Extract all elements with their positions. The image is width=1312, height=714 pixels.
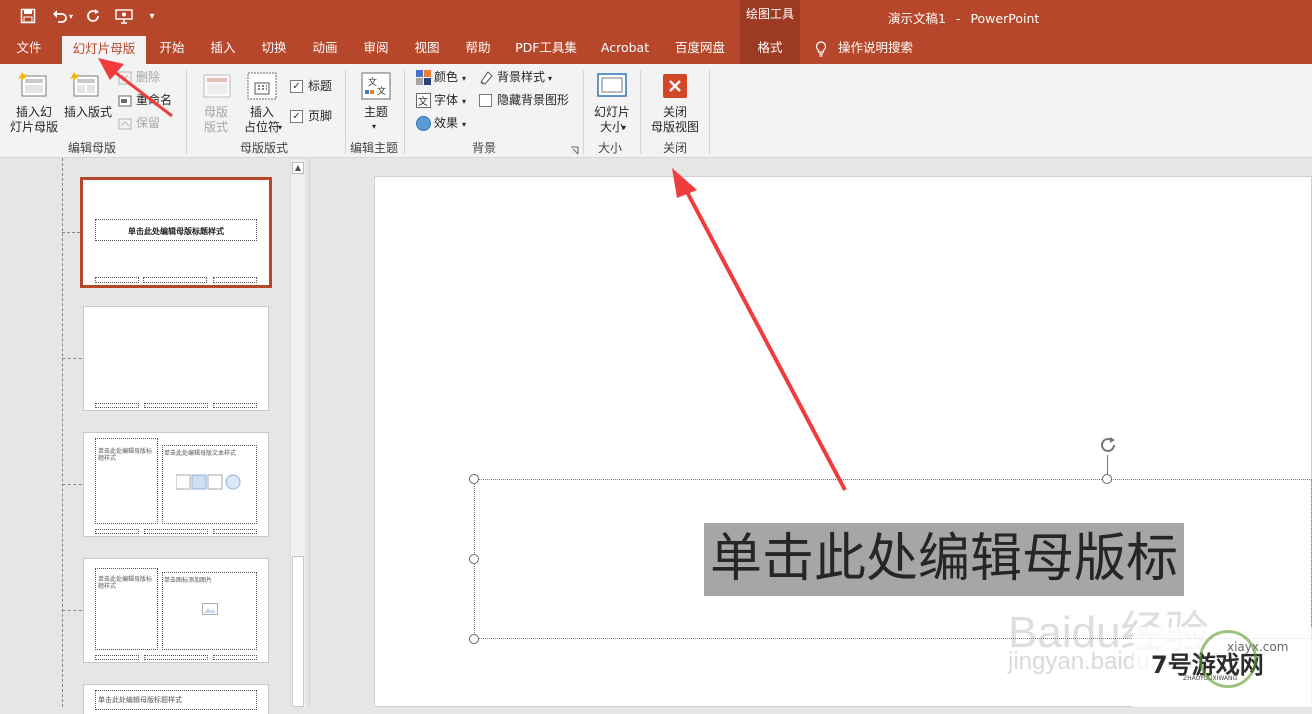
red-arrow-to-slide-master-tab <box>98 58 173 118</box>
red-arrow-to-close-master-view <box>672 168 847 491</box>
annotation-arrows <box>98 58 847 491</box>
